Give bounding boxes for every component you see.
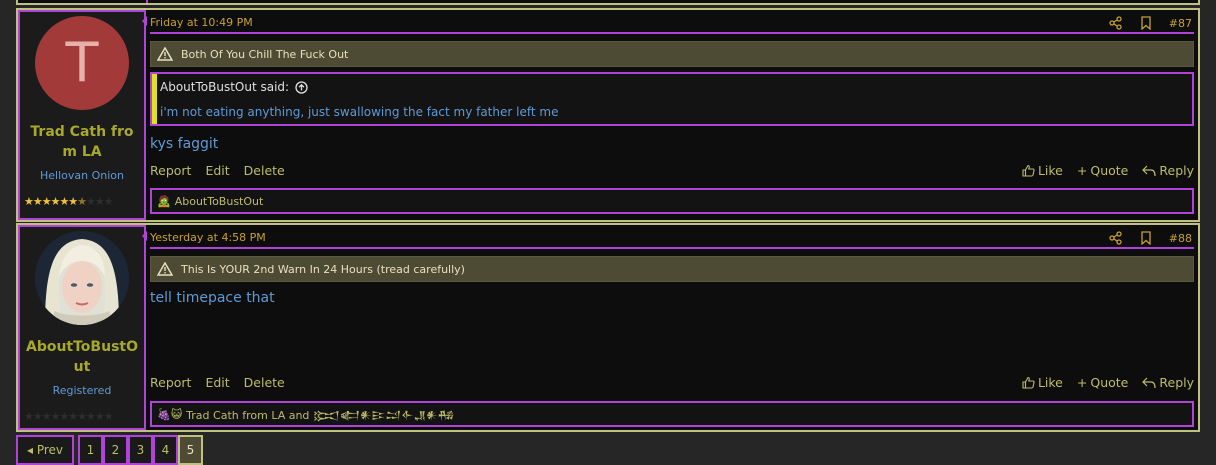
quote-author[interactable]: AboutToBustOut said: <box>160 80 289 94</box>
delete-link[interactable]: Delete <box>244 375 285 390</box>
avatar[interactable] <box>35 231 129 325</box>
like-label: Like <box>1037 163 1063 178</box>
delete-link[interactable]: Delete <box>244 163 285 178</box>
share-icon[interactable] <box>1109 231 1123 245</box>
post-meta: Friday at 10:49 PM #87 <box>150 12 1194 34</box>
like-button[interactable]: Like <box>1022 375 1063 390</box>
reply-label: Reply <box>1159 163 1194 178</box>
reactions-text[interactable]: AboutToBustOut <box>175 195 264 208</box>
post-actions: Report Edit Delete Like + Quote Reply <box>150 163 1194 183</box>
reaction-emoji-icon: 🧟 <box>157 194 171 208</box>
warning-notice: Both Of You Chill The Fuck Out <box>150 41 1194 67</box>
page-5-button[interactable]: 5 <box>178 435 203 465</box>
user-title: Hellovan Onion <box>40 169 124 182</box>
quote-button[interactable]: + Quote <box>1077 163 1129 178</box>
report-link[interactable]: Report <box>150 163 191 178</box>
thumbs-up-icon <box>1022 376 1035 389</box>
plus-icon: + <box>1076 163 1088 178</box>
arrow-up-circle-icon[interactable] <box>295 80 308 94</box>
post-number[interactable]: #88 <box>1169 232 1192 245</box>
edit-link[interactable]: Edit <box>205 163 229 178</box>
bookmark-icon[interactable] <box>1139 16 1153 30</box>
user-cell: AboutToBustOut Registered ★★★★★★★★★★ <box>18 225 146 430</box>
reply-icon <box>1142 377 1156 388</box>
post-pointer <box>142 16 147 26</box>
user-cell: T Trad Cath from LA Hellovan Onion ★★★★★… <box>18 10 146 220</box>
reactions-text[interactable]: Trad Cath from LA and 𒁎𒅗𒀭𒄿𒁺𒅆𒂗𒀭𒄀 <box>186 401 454 427</box>
post-87: T Trad Cath from LA Hellovan Onion ★★★★★… <box>16 8 1200 222</box>
post-actions: Report Edit Delete Like + Quote Reply <box>150 375 1194 395</box>
pagination: ◂ Prev 1 2 3 4 5 <box>16 435 203 465</box>
quote-button[interactable]: + Quote <box>1077 375 1129 390</box>
reaction-emoji-icon: 🍇😺 <box>157 407 183 421</box>
post-content: Friday at 10:49 PM #87 Both Of You Chill… <box>150 10 1194 220</box>
warning-text: This Is YOUR 2nd Warn In 24 Hours (tread… <box>181 262 465 276</box>
warning-icon <box>157 262 173 276</box>
post-message: tell timepace that <box>150 290 275 306</box>
page-2-button[interactable]: 2 <box>103 435 128 465</box>
page-3-button[interactable]: 3 <box>128 435 153 465</box>
like-label: Like <box>1037 375 1063 390</box>
post-pointer <box>142 231 147 241</box>
edit-link[interactable]: Edit <box>205 375 229 390</box>
quote-label: Quote <box>1090 375 1129 390</box>
warning-icon <box>157 47 173 61</box>
avatar-photo-icon <box>35 231 129 325</box>
share-icon[interactable] <box>1109 16 1123 30</box>
previous-post-tail <box>16 0 1200 5</box>
quote-text: i'm not eating anything, just swallowing… <box>160 105 559 119</box>
reply-button[interactable]: Reply <box>1142 163 1194 178</box>
post-meta: Yesterday at 4:58 PM #88 <box>150 227 1194 249</box>
post-message: kys faggit <box>150 136 219 152</box>
username-link[interactable]: AboutToBustOut <box>24 337 140 377</box>
prev-page-button[interactable]: ◂ Prev <box>16 435 74 465</box>
rating-stars: ★★★★★★★★★★ <box>24 195 114 208</box>
post-88: AboutToBustOut Registered ★★★★★★★★★★ Yes… <box>16 223 1200 432</box>
thumbs-up-icon <box>1022 164 1035 177</box>
warning-notice: This Is YOUR 2nd Warn In 24 Hours (tread… <box>150 256 1194 282</box>
quote-label: Quote <box>1090 163 1129 178</box>
reply-icon <box>1142 165 1156 176</box>
username-link[interactable]: Trad Cath from LA <box>24 122 140 162</box>
plus-icon: + <box>1076 375 1088 390</box>
post-number[interactable]: #87 <box>1169 17 1192 30</box>
avatar[interactable]: T <box>35 16 129 110</box>
like-button[interactable]: Like <box>1022 163 1063 178</box>
warning-text: Both Of You Chill The Fuck Out <box>181 47 349 61</box>
reply-button[interactable]: Reply <box>1142 375 1194 390</box>
reactions-bar[interactable]: 🧟 AboutToBustOut <box>150 188 1194 214</box>
rating-stars: ★★★★★★★★★★ <box>24 410 114 423</box>
post-date[interactable]: Friday at 10:49 PM <box>150 16 253 29</box>
reply-label: Reply <box>1159 375 1194 390</box>
quote-block: AboutToBustOut said: i'm not eating anyt… <box>150 72 1194 126</box>
reactions-bar[interactable]: 🍇😺 Trad Cath from LA and 𒁎𒅗𒀭𒄿𒁺𒅆𒂗𒀭𒄀 <box>150 401 1194 427</box>
user-title: Registered <box>52 384 112 397</box>
post-content: Yesterday at 4:58 PM #88 This Is YOUR 2n… <box>150 225 1194 430</box>
bookmark-icon[interactable] <box>1139 231 1153 245</box>
post-date[interactable]: Yesterday at 4:58 PM <box>150 231 266 244</box>
report-link[interactable]: Report <box>150 375 191 390</box>
page-4-button[interactable]: 4 <box>153 435 178 465</box>
page-1-button[interactable]: 1 <box>78 435 103 465</box>
